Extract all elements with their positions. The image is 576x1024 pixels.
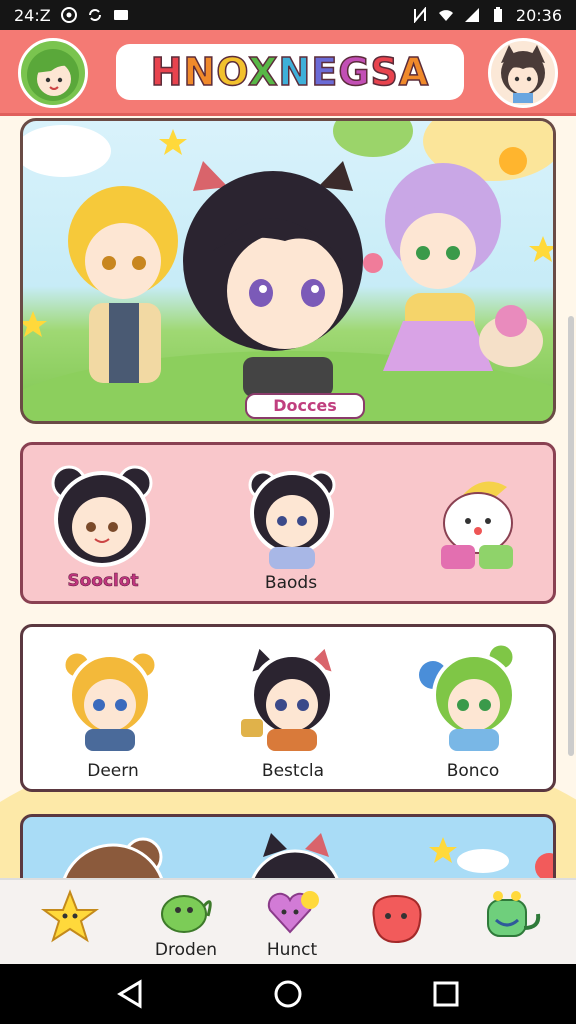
scrollbar[interactable] — [568, 316, 574, 756]
sticker-caption: Baods — [264, 573, 318, 593]
nav-item-red[interactable] — [354, 888, 434, 960]
recents-icon[interactable] — [430, 978, 462, 1010]
hero-label: Docces — [245, 393, 365, 419]
bottom-nav: Droden Hunct — [0, 878, 576, 964]
hero-banner[interactable]: Docces — [20, 118, 556, 424]
clock-left: 24:Z — [14, 5, 51, 25]
nav-item-dino[interactable] — [470, 888, 550, 960]
wifi-icon — [438, 10, 453, 21]
status-bar: 24:Z 20:36 — [0, 0, 576, 30]
sticker-card-white[interactable]: Deern Bestcla Bonco — [20, 624, 556, 792]
nav-item-star[interactable] — [30, 888, 110, 960]
black-haired-boy-sticker[interactable] — [237, 461, 347, 571]
nav-label: Hunct — [266, 940, 318, 960]
blonde-bear-girl-sticker[interactable] — [55, 643, 165, 753]
signal-icon — [464, 8, 479, 22]
card-illustration — [62, 833, 553, 878]
red-blob-icon — [372, 894, 422, 944]
title-letter: E — [311, 49, 339, 95]
white-blob-mascot-sticker[interactable] — [423, 473, 533, 583]
home-icon[interactable] — [272, 978, 304, 1010]
cat-ear-profile-avatar-icon[interactable] — [488, 38, 558, 108]
sticker-caption: Deern — [87, 761, 139, 781]
green-haired-girl-sticker[interactable] — [419, 642, 529, 753]
back-icon[interactable] — [114, 978, 146, 1010]
title-letter: N — [183, 49, 217, 95]
sticker-caption: Bestcla — [261, 761, 325, 781]
green-frog-icon — [161, 895, 212, 933]
sticker-card-blue[interactable] — [20, 814, 556, 878]
app-title-text: HNOXNEGSA — [150, 49, 430, 95]
bear-ear-girl-sticker[interactable] — [47, 461, 157, 571]
cat-ear-girl-sticker[interactable] — [237, 643, 347, 753]
sticker-caption: Sooclot — [67, 571, 139, 592]
message-icon — [113, 10, 128, 20]
star-icon — [40, 889, 100, 943]
clock-right: 20:36 — [515, 5, 562, 25]
title-letter: S — [370, 49, 399, 95]
title-letter: G — [338, 49, 371, 95]
title-letter: A — [398, 49, 430, 95]
app-title: HNOXNEGSA — [116, 44, 464, 100]
title-letter: H — [150, 49, 184, 95]
green-dino-icon — [487, 891, 541, 937]
nav-label: Droden — [154, 940, 218, 960]
title-letter: N — [278, 49, 312, 95]
sticker-caption: Bonco — [446, 761, 500, 781]
green-haired-avatar-icon[interactable] — [18, 38, 88, 108]
sticker-card-pink[interactable]: Sooclot Baods — [20, 442, 556, 604]
title-letter: X — [247, 49, 279, 95]
nav-item-hunct[interactable]: Hunct — [252, 888, 332, 960]
nfc-icon — [413, 7, 426, 23]
nav-item-droden[interactable]: Droden — [146, 888, 226, 960]
app-header: HNOXNEGSA — [0, 30, 576, 116]
battery-icon — [493, 7, 502, 22]
hero-illustration — [23, 121, 553, 421]
system-nav-bar — [0, 964, 576, 1024]
heart-balloon-icon — [267, 891, 319, 934]
sync-icon — [88, 9, 101, 21]
title-letter: O — [216, 49, 249, 95]
notification-icon — [60, 7, 77, 23]
scroll-content[interactable]: Docces Sooclot Baods Deern Bestcla Bonco — [0, 116, 576, 878]
